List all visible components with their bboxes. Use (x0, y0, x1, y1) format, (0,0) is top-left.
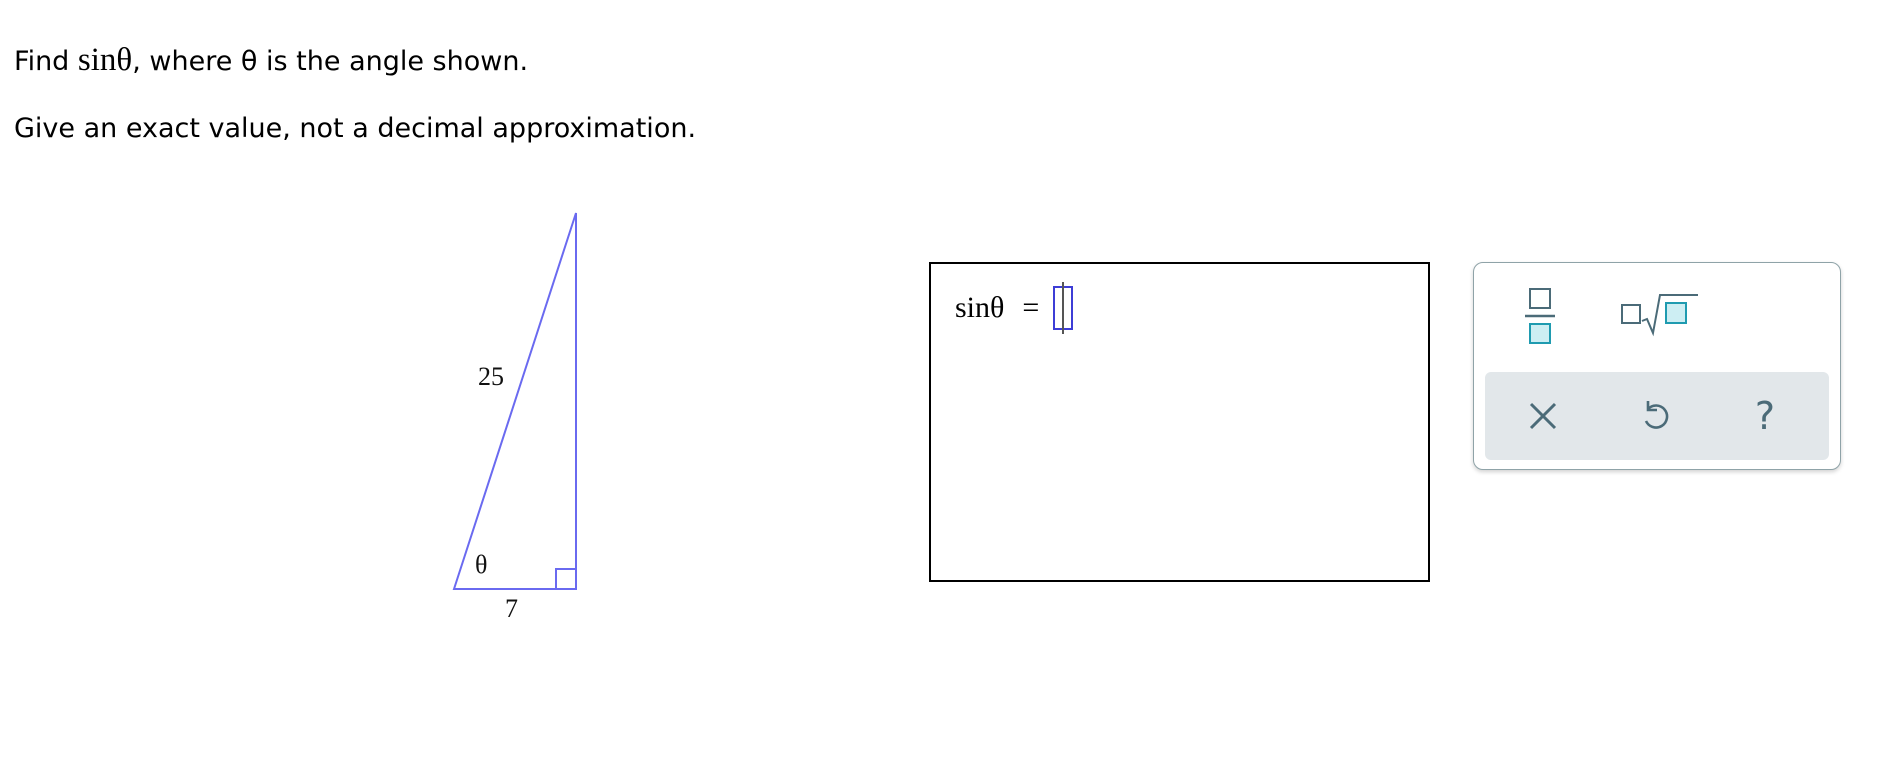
triangle-outline (452, 212, 577, 590)
angle-label: θ (475, 550, 487, 579)
clear-button[interactable] (1518, 391, 1568, 441)
fraction-icon (1525, 288, 1555, 344)
question-prompt: Find sinθ, where θ is the angle shown. (14, 42, 528, 79)
help-icon: ? (1754, 394, 1776, 438)
nth-root-button[interactable] (1620, 291, 1700, 339)
undo-button[interactable] (1631, 391, 1681, 441)
adjacent-label: 7 (505, 594, 518, 623)
right-triangle-diagram: 25 θ 7 (452, 212, 577, 623)
answer-area[interactable]: sinθ = (929, 262, 1430, 582)
clear-icon (1529, 402, 1557, 430)
help-button[interactable]: ? (1740, 391, 1790, 441)
question-rest: , where θ is the angle shown. (132, 46, 529, 77)
nth-root-icon (1621, 294, 1698, 337)
hypotenuse-label: 25 (478, 362, 504, 391)
keypad-tools: ? (1485, 372, 1829, 460)
right-angle-marker (555, 568, 577, 590)
answer-input[interactable] (1053, 282, 1074, 334)
undo-icon (1644, 401, 1669, 429)
answer-expression: sinθ = (955, 282, 1074, 334)
instruction-text: Give an exact value, not a decimal appro… (14, 113, 697, 144)
math-keypad: ? (1473, 262, 1841, 470)
equals-sign: = (1022, 291, 1040, 324)
find-label: Find (14, 46, 70, 77)
answer-lhs: sinθ (955, 291, 1005, 324)
fraction-button[interactable] (1520, 287, 1560, 347)
sine-theta-expression: sinθ (77, 42, 133, 78)
